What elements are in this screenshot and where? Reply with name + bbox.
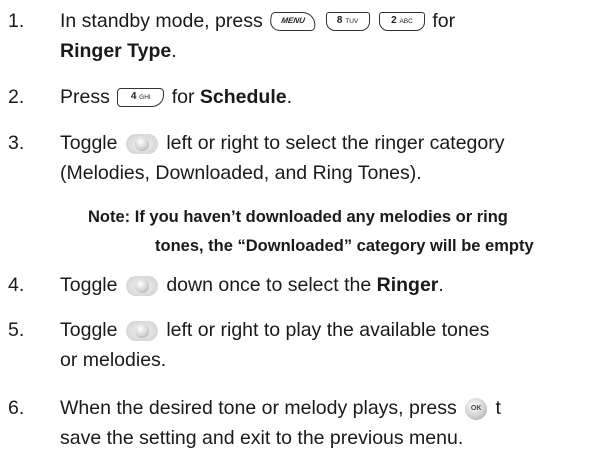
note-line-2: tones, the “Downloaded” category will be… bbox=[155, 237, 534, 255]
step-text-line2: (Melodies, Downloaded, and Ring Tones). bbox=[60, 162, 422, 184]
step-number: 3. bbox=[8, 132, 25, 154]
note: Note: If you haven’t downloaded any melo… bbox=[88, 203, 607, 261]
navigation-key-icon bbox=[125, 133, 158, 154]
step-text-line2: or melodies. bbox=[60, 349, 167, 371]
step-number: 5. bbox=[8, 319, 25, 341]
step-number: 2. bbox=[8, 86, 25, 108]
note-line-1: Note: If you haven’t downloaded any melo… bbox=[88, 208, 508, 226]
key-4-ghi-icon: 4 GHI bbox=[117, 88, 165, 108]
step-text-line2: Ringer Type. bbox=[60, 40, 177, 62]
key-2-abc-icon: 2 ABC bbox=[378, 12, 425, 32]
step-number: 1. bbox=[8, 10, 25, 32]
step-text: In standby mode, press MENU 8 TUV 2 ABC … bbox=[60, 10, 456, 32]
step-text: Toggle left or right to select the ringe… bbox=[60, 132, 505, 154]
menu-key-icon: MENU bbox=[268, 12, 318, 32]
step-number: 4. bbox=[8, 274, 25, 296]
ok-key-icon: OK bbox=[465, 397, 488, 420]
step-text: Toggle down once to select the Ringer. bbox=[60, 274, 444, 296]
step-text: When the desired tone or melody plays, p… bbox=[60, 397, 501, 420]
step-text-line2: save the setting and exit to the previou… bbox=[60, 427, 464, 449]
navigation-key-icon bbox=[125, 320, 158, 341]
key-8-tuv-icon: 8 TUV bbox=[325, 12, 370, 32]
step-text: Press 4 GHI for Schedule. bbox=[60, 86, 293, 108]
navigation-key-icon bbox=[125, 275, 158, 296]
step-text: Toggle left or right to play the availab… bbox=[60, 319, 490, 341]
step-number: 6. bbox=[8, 397, 25, 419]
